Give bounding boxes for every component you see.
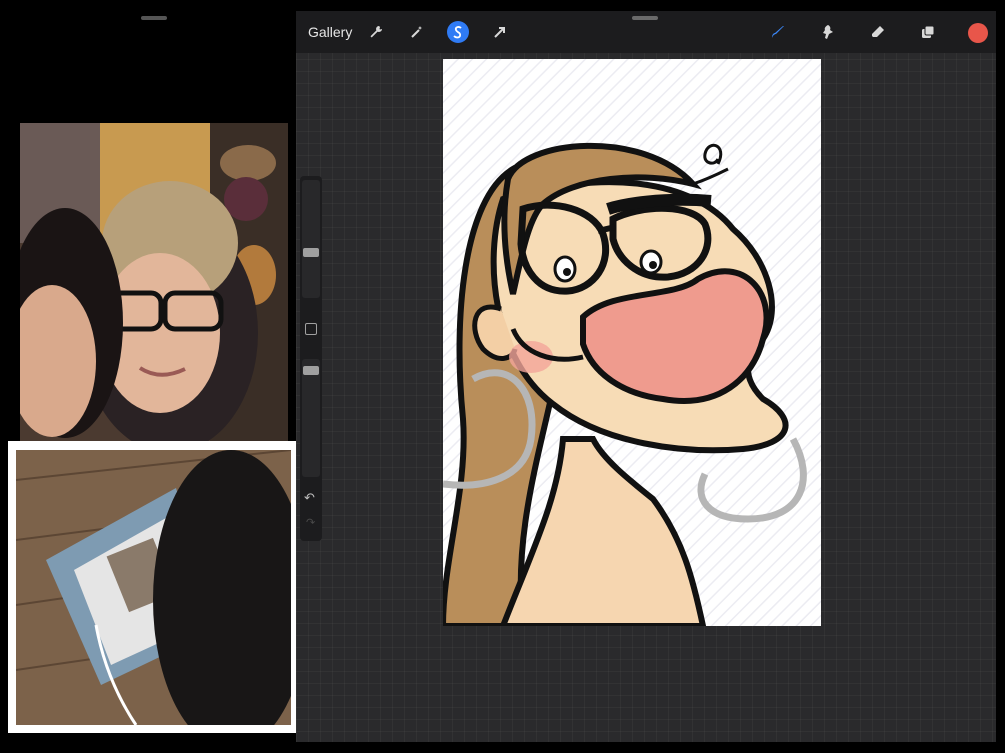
- redo-icon[interactable]: ↷: [306, 516, 315, 529]
- wrench-icon[interactable]: [365, 21, 387, 43]
- webcam-photo: [20, 123, 288, 441]
- smudge-icon[interactable]: [817, 21, 839, 43]
- selection-icon[interactable]: [447, 21, 469, 43]
- color-picker-button[interactable]: [968, 23, 988, 43]
- drawing-canvas[interactable]: [443, 59, 821, 626]
- opacity-thumb[interactable]: [303, 366, 319, 375]
- gallery-button[interactable]: Gallery: [308, 24, 352, 40]
- square-icon[interactable]: [305, 323, 317, 335]
- side-toolbar: ↶ ↷: [300, 176, 322, 541]
- undo-icon[interactable]: ↶: [304, 490, 315, 506]
- drawing-app: Gallery ↶ ↷: [296, 11, 996, 742]
- app-grabber[interactable]: [632, 16, 658, 20]
- left-pane-grabber[interactable]: [141, 16, 167, 20]
- layers-icon[interactable]: [917, 21, 939, 43]
- brush-icon[interactable]: [767, 21, 789, 43]
- opacity-slider[interactable]: [302, 359, 320, 477]
- magic-wand-icon[interactable]: [406, 21, 428, 43]
- webcam-inset-frame: [8, 441, 299, 733]
- brush-size-slider[interactable]: [302, 180, 320, 298]
- webcam-inset-photo: [16, 450, 291, 725]
- brush-size-thumb[interactable]: [303, 248, 319, 257]
- video-pane: [0, 0, 299, 753]
- eraser-icon[interactable]: [867, 21, 889, 43]
- transform-arrow-icon[interactable]: [489, 21, 511, 43]
